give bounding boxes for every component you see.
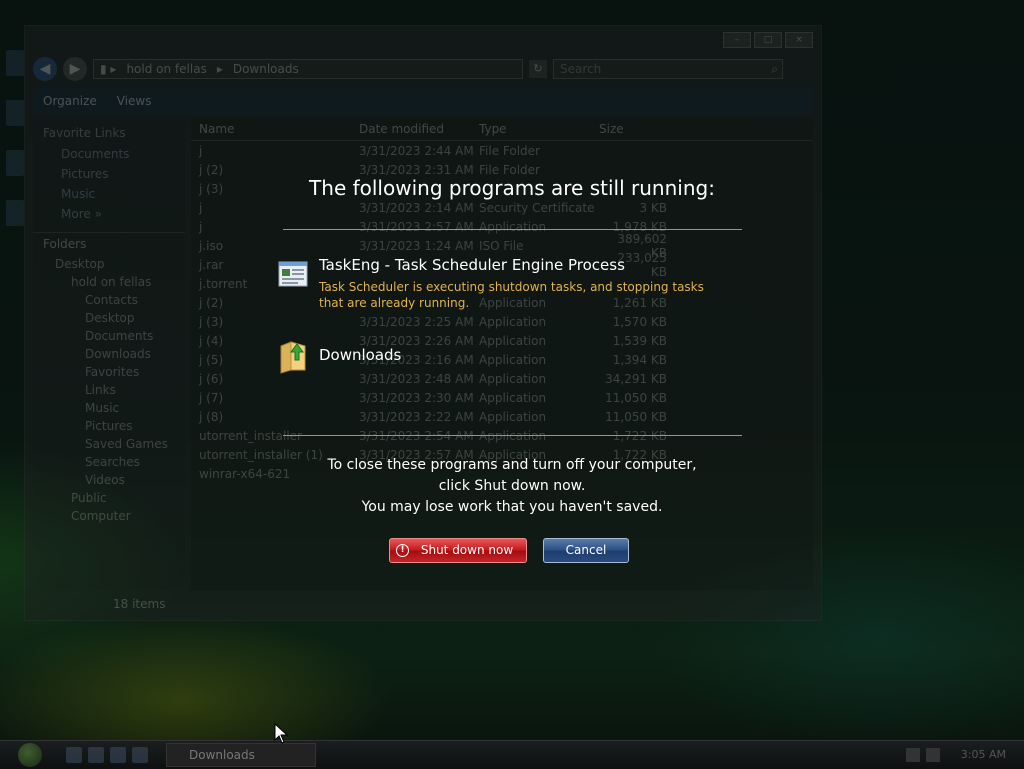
shutdown-message-line: You may lose work that you haven't saved… xyxy=(361,499,663,515)
shut-down-now-button[interactable]: ! Shut down now xyxy=(389,538,527,563)
downloads-folder-icon xyxy=(280,341,306,374)
program-title: TaskEng - Task Scheduler Engine Process xyxy=(319,256,625,274)
network-icon[interactable] xyxy=(906,748,920,762)
top-divider xyxy=(283,229,742,230)
switch-windows-icon[interactable] xyxy=(88,747,104,763)
shutdown-message-line: click Shut down now. xyxy=(438,478,586,494)
volume-icon[interactable] xyxy=(926,748,940,762)
bottom-divider xyxy=(283,435,742,436)
mouse-pointer-icon xyxy=(274,723,289,744)
dialog-heading: The following programs are still running… xyxy=(309,176,715,200)
shutdown-message-line: To close these programs and turn off you… xyxy=(327,457,697,473)
media-player-icon[interactable] xyxy=(132,747,148,763)
taskbar-button-downloads[interactable]: Downloads xyxy=(166,743,316,767)
warning-icon: ! xyxy=(396,544,409,557)
show-desktop-icon[interactable] xyxy=(66,747,82,763)
cancel-button[interactable]: Cancel xyxy=(543,538,629,563)
program-title: Downloads xyxy=(319,346,402,364)
shut-down-now-label: Shut down now xyxy=(420,543,514,557)
taskbar: Downloads 3:05 AM xyxy=(0,740,1024,769)
taskeng-window-icon xyxy=(278,261,308,287)
shutdown-dim-overlay xyxy=(0,0,1024,768)
tray-clock[interactable]: 3:05 AM xyxy=(961,741,1006,769)
program-description: Task Scheduler is executing shutdown tas… xyxy=(319,280,704,310)
browser-icon[interactable] xyxy=(110,747,126,763)
start-orb-icon[interactable] xyxy=(18,743,42,767)
cancel-label: Cancel xyxy=(565,543,607,557)
